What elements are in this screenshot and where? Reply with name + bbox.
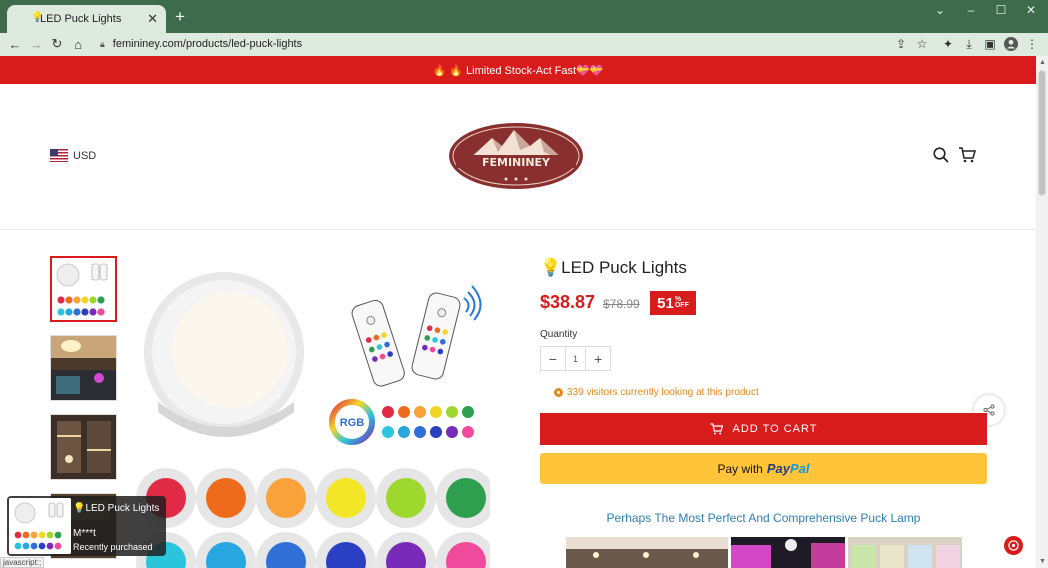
url-text: femininey.com/products/led-puck-lights <box>112 38 303 50</box>
browser-tab-bar: 💡 LED Puck Lights ✕ + ⌄ – ☐ ✕ <box>0 0 1048 33</box>
eye-icon <box>554 388 563 397</box>
maximize-icon[interactable]: ☐ <box>991 3 1011 17</box>
quantity-stepper: − 1 + <box>540 346 611 371</box>
popup-action: Recently purchased <box>73 542 153 552</box>
home-icon[interactable]: ⌂ <box>70 36 86 52</box>
description-heading: Perhaps The Most Perfect And Comprehensi… <box>606 511 921 525</box>
recent-purchase-popup[interactable]: 💡LED Puck Lights M***t Recently purchase… <box>7 496 166 556</box>
currency-label: USD <box>73 149 97 162</box>
product-thumbnail[interactable] <box>50 414 117 480</box>
quantity-input[interactable]: 1 <box>564 347 587 370</box>
description-image <box>731 537 845 568</box>
kebab-menu-icon[interactable]: ⋮ <box>1024 36 1040 52</box>
visitors-text: 339 visitors currently looking at this p… <box>567 387 759 398</box>
back-icon[interactable]: ← <box>7 36 23 52</box>
increase-quantity-button[interactable]: + <box>586 347 610 370</box>
add-to-cart-button[interactable]: ADD TO CART <box>540 413 987 445</box>
logo-text: FEMININEY <box>482 156 551 169</box>
extensions-icon[interactable]: ✦ <box>940 36 956 52</box>
announcement-text: 🔥 🔥 Limited Stock-Act Fast💝💝 <box>432 64 604 77</box>
window-close-icon[interactable]: ✕ <box>1021 3 1041 17</box>
popup-buyer: M***t <box>73 528 96 539</box>
chat-button[interactable] <box>1004 536 1023 555</box>
paypal-button[interactable]: Pay with PayPal <box>540 453 987 484</box>
minimize-icon[interactable]: – <box>961 3 981 17</box>
close-tab-icon[interactable]: ✕ <box>147 11 158 27</box>
scroll-down-icon[interactable]: ▼ <box>1039 558 1046 565</box>
product-thumbnail[interactable] <box>50 335 117 401</box>
visitors-notice: 339 visitors currently looking at this p… <box>554 387 759 398</box>
product-title: 💡LED Puck Lights <box>540 258 687 278</box>
page-scrollbar[interactable]: ▲ ▼ <box>1036 56 1048 568</box>
share-page-icon[interactable]: ⇪ <box>893 36 909 52</box>
paypal-logo: PayPal <box>767 461 810 476</box>
site-logo[interactable]: FEMININEY <box>448 122 584 190</box>
new-tab-icon[interactable]: + <box>172 7 188 27</box>
paypal-logo-pay: Pay <box>766 461 790 476</box>
paypal-logo-pal: Pal <box>789 461 810 476</box>
chevron-down-icon[interactable]: ⌄ <box>930 3 950 17</box>
us-flag-icon <box>50 149 68 162</box>
browser-toolbar: ← → ↻ ⌂ 🔒︎ femininey.com/products/led-pu… <box>0 33 1048 56</box>
tab-title: LED Puck Lights <box>40 13 122 25</box>
cart-icon[interactable] <box>958 146 976 164</box>
product-title-text: LED Puck Lights <box>561 258 687 277</box>
reload-icon[interactable]: ↻ <box>49 36 65 52</box>
forward-icon[interactable]: → <box>28 36 44 52</box>
lock-icon[interactable]: 🔒︎ <box>100 39 105 50</box>
bookmark-star-icon[interactable]: ☆ <box>914 36 930 52</box>
popup-product-image <box>9 498 71 554</box>
popup-product-title: 💡LED Puck Lights <box>73 503 160 514</box>
description-image <box>848 537 962 568</box>
search-icon[interactable] <box>932 146 950 164</box>
chat-icon <box>1008 540 1019 551</box>
browser-tab[interactable]: 💡 LED Puck Lights ✕ <box>7 5 166 33</box>
side-panel-icon[interactable]: ▣ <box>982 36 998 52</box>
site-header: USD FEMININEY <box>0 84 1036 230</box>
discount-off: OFF <box>674 302 689 309</box>
lightbulb-icon: 💡 <box>540 258 562 277</box>
discount-number: 51 <box>657 294 674 312</box>
address-bar[interactable]: 🔒︎ femininey.com/products/led-puck-light… <box>92 34 932 54</box>
rgb-label: RGB <box>340 417 365 429</box>
scroll-up-icon[interactable]: ▲ <box>1039 59 1046 66</box>
announcement-bar: 🔥 🔥 Limited Stock-Act Fast💝💝 <box>0 56 1036 84</box>
scrollbar-thumb[interactable] <box>1038 70 1046 196</box>
product-price: $38.87 <box>540 292 596 312</box>
discount-badge: 51 % OFF <box>650 291 696 315</box>
profile-avatar-icon[interactable] <box>1003 36 1019 52</box>
add-to-cart-label: ADD TO CART <box>732 423 818 435</box>
download-icon[interactable]: ⤓ <box>961 36 977 52</box>
quantity-label: Quantity <box>540 329 578 340</box>
compare-price: $78.99 <box>603 297 640 311</box>
currency-selector[interactable]: USD <box>50 149 96 162</box>
lightbulb-icon: 💡 <box>31 12 44 23</box>
paypal-prefix: Pay with <box>717 461 763 476</box>
decrease-quantity-button[interactable]: − <box>541 347 565 370</box>
description-image <box>566 537 728 568</box>
cart-icon <box>710 423 723 435</box>
product-main-image[interactable]: RGB <box>134 256 490 568</box>
browser-status-bar: javascript:; <box>0 557 45 568</box>
product-thumbnail[interactable] <box>50 256 117 322</box>
